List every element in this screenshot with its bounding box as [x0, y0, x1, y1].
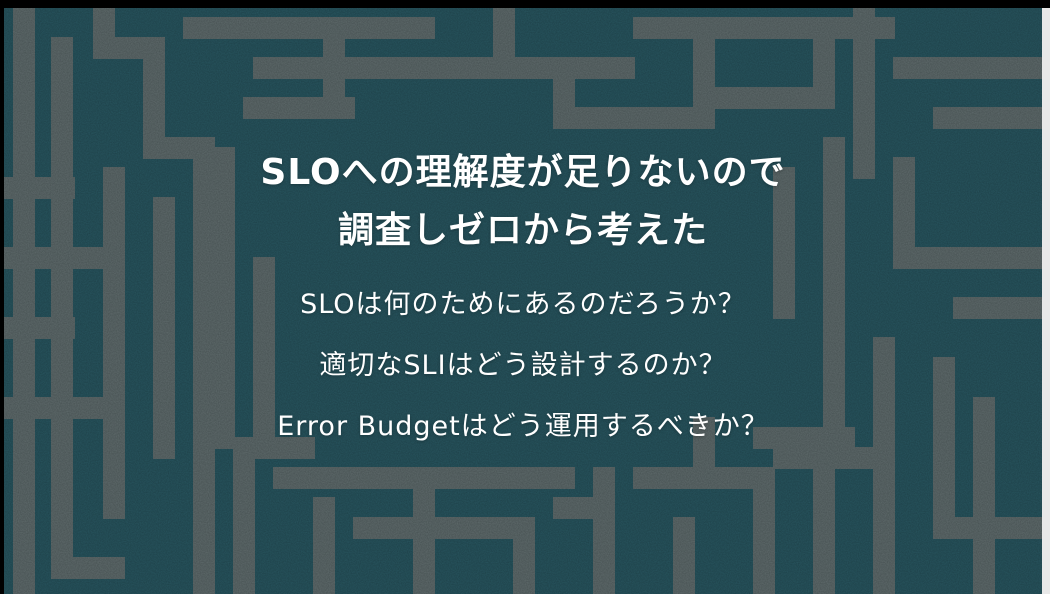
right-edge-strip — [1042, 8, 1050, 594]
presentation-slide: SLOへの理解度が足りないので 調査しゼロから考えた SLOは何のためにあるのだ… — [4, 8, 1042, 594]
slide-title-line-2: 調査しゼロから考えた — [337, 210, 708, 251]
top-black-bar — [0, 0, 1050, 8]
slide-text: SLOへの理解度が足りないので 調査しゼロから考えた SLOは何のためにあるのだ… — [4, 8, 1042, 594]
question-error-budget: Error Budgetはどう運用するべきか？ — [277, 411, 769, 442]
question-slo-purpose: SLOは何のためにあるのだろうか？ — [300, 289, 746, 320]
slide-title-line-1: SLOへの理解度が足りないので — [260, 152, 786, 193]
question-sli-design: 適切なSLIはどう設計するのか？ — [319, 350, 727, 381]
